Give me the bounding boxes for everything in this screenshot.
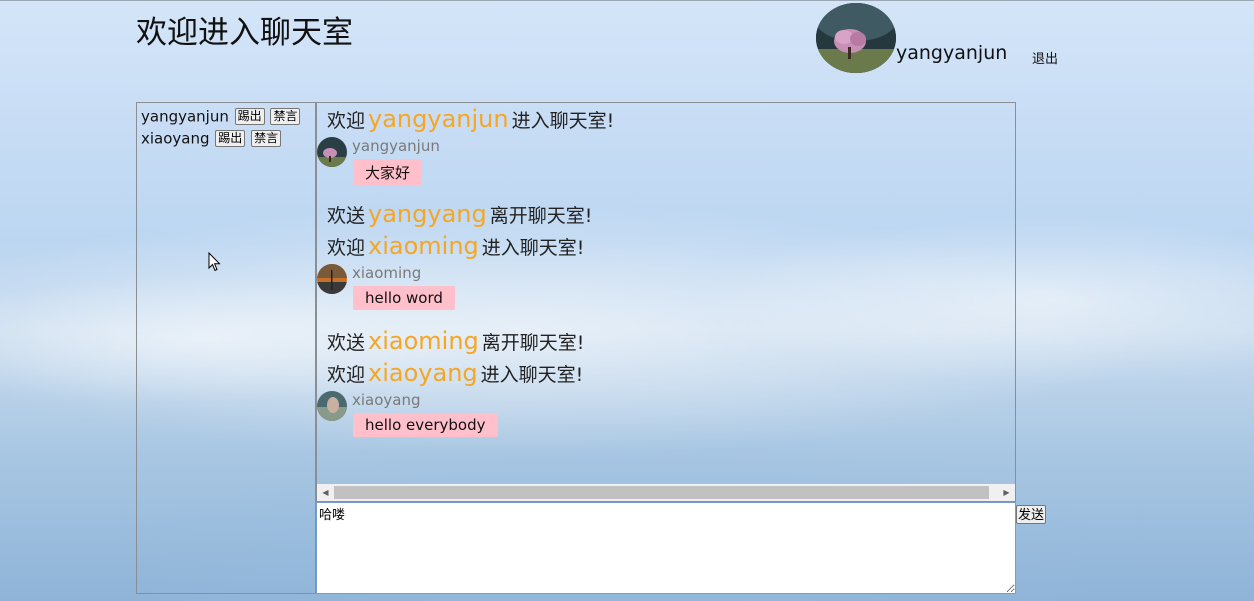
system-prefix: 欢送 bbox=[327, 332, 366, 354]
mute-button[interactable]: 禁言 bbox=[251, 130, 282, 147]
user-name: xiaoyang bbox=[141, 129, 210, 148]
message-bubble: 大家好 bbox=[353, 159, 423, 186]
system-suffix: 离开聊天室! bbox=[481, 332, 585, 354]
system-suffix: 离开聊天室! bbox=[489, 205, 593, 227]
chat-messages: 欢迎 yangyanjun 进入聊天室! yangyanjun 大家好 欢送 yang… bbox=[317, 103, 1015, 485]
system-message: 欢迎 xiaoyang 进入聊天室! bbox=[317, 357, 1015, 389]
system-message: 欢迎 xiaoming 进入聊天室! bbox=[317, 230, 1015, 262]
system-message: 欢迎 yangyanjun 进入聊天室! bbox=[317, 103, 1015, 135]
mute-button[interactable]: 禁言 bbox=[270, 108, 301, 125]
system-message: 欢送 yangyang 离开聊天室! bbox=[317, 198, 1015, 230]
kick-button[interactable]: 踢出 bbox=[234, 108, 265, 125]
system-prefix: 欢迎 bbox=[327, 110, 366, 132]
logout-link[interactable]: 退出 bbox=[1032, 48, 1058, 67]
system-user: yangyang bbox=[368, 200, 487, 228]
sender-name: xiaoming bbox=[352, 264, 422, 282]
system-prefix: 欢迎 bbox=[327, 237, 366, 259]
current-user-name: yangyanjun bbox=[896, 42, 1008, 64]
system-suffix: 进入聊天室! bbox=[480, 364, 584, 386]
send-button[interactable]: 发送 bbox=[1016, 505, 1047, 524]
scroll-left-icon[interactable]: ◀ bbox=[317, 484, 334, 501]
sender-avatar bbox=[317, 391, 347, 421]
online-users-panel: yangyanjun 踢出 禁言 xiaoyang 踢出 禁言 bbox=[136, 102, 316, 594]
scrollbar-thumb[interactable] bbox=[334, 486, 989, 499]
system-prefix: 欢送 bbox=[327, 205, 366, 227]
sender-name: xiaoyang bbox=[352, 391, 421, 409]
user-row: yangyanjun 踢出 禁言 bbox=[141, 105, 311, 127]
kick-button[interactable]: 踢出 bbox=[215, 130, 246, 147]
system-suffix: 进入聊天室! bbox=[481, 237, 585, 259]
chat-message: yangyanjun 大家好 bbox=[317, 135, 1015, 198]
page-title: 欢迎进入聊天室 bbox=[136, 15, 353, 51]
sender-name: yangyanjun bbox=[352, 137, 440, 155]
system-user: yangyanjun bbox=[368, 105, 509, 133]
user-row: xiaoyang 踢出 禁言 bbox=[141, 127, 311, 149]
chat-message: xiaoyang hello everybody bbox=[317, 389, 1015, 452]
message-input[interactable] bbox=[316, 502, 1016, 594]
chat-message: xiaoming hello word bbox=[317, 262, 1015, 325]
chat-log-panel[interactable]: 欢迎 yangyanjun 进入聊天室! yangyanjun 大家好 欢送 yang… bbox=[316, 102, 1016, 502]
system-message: 欢送 xiaoming 离开聊天室! bbox=[317, 325, 1015, 357]
message-bubble: hello word bbox=[353, 286, 455, 310]
system-user: xiaoming bbox=[368, 327, 479, 355]
scroll-right-icon[interactable]: ▶ bbox=[998, 484, 1015, 501]
message-bubble: hello everybody bbox=[353, 413, 498, 437]
mouse-cursor-icon bbox=[208, 251, 222, 276]
system-user: xiaoming bbox=[368, 232, 479, 260]
system-suffix: 进入聊天室! bbox=[511, 110, 615, 132]
current-user-avatar bbox=[816, 3, 896, 73]
sender-avatar bbox=[317, 264, 347, 294]
sender-avatar bbox=[317, 137, 347, 167]
horizontal-scrollbar[interactable]: ◀ ▶ bbox=[317, 484, 1015, 501]
user-name: yangyanjun bbox=[141, 107, 229, 126]
system-user: xiaoyang bbox=[368, 359, 478, 387]
system-prefix: 欢迎 bbox=[327, 364, 366, 386]
